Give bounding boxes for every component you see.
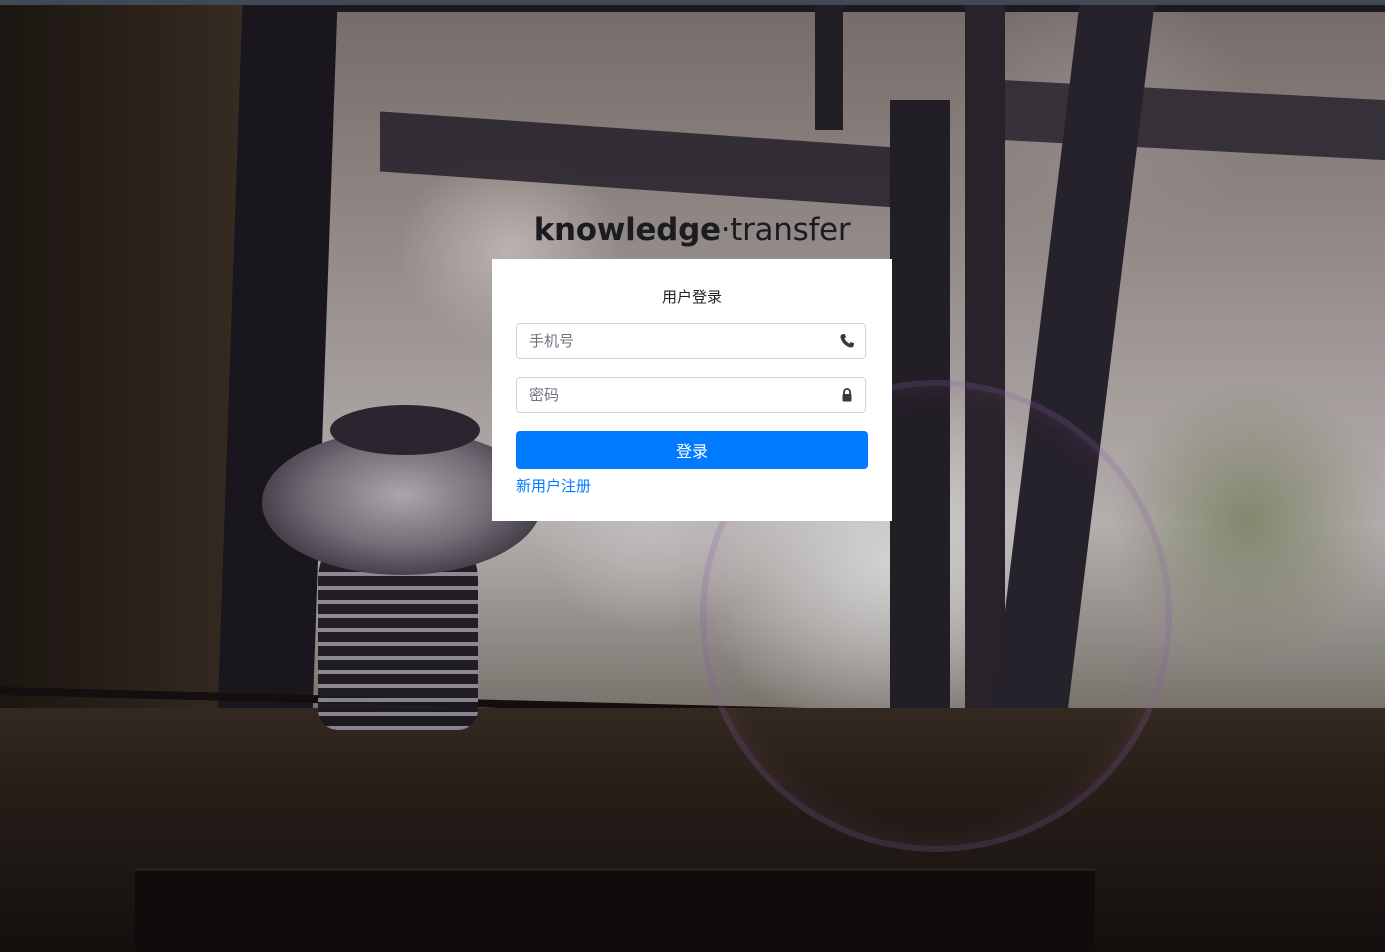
browser-top-bar [0, 0, 1385, 5]
brand-separator: · [720, 212, 731, 248]
phone-field[interactable] [516, 323, 866, 359]
login-card: 用户登录 登录 新用户注册 [492, 259, 892, 521]
password-input[interactable] [517, 378, 839, 412]
password-field[interactable] [516, 377, 866, 413]
login-title: 用户登录 [661, 288, 722, 306]
phone-input[interactable] [517, 324, 839, 358]
register-link[interactable]: 新用户注册 [516, 475, 591, 496]
brand-part1: knowledge [533, 212, 721, 248]
site-logo-title: knowledge·transfer [492, 212, 892, 248]
phone-icon [839, 333, 855, 349]
lock-icon [839, 387, 855, 403]
brand-part2: transfer [730, 212, 851, 248]
login-button[interactable]: 登录 [516, 431, 868, 469]
